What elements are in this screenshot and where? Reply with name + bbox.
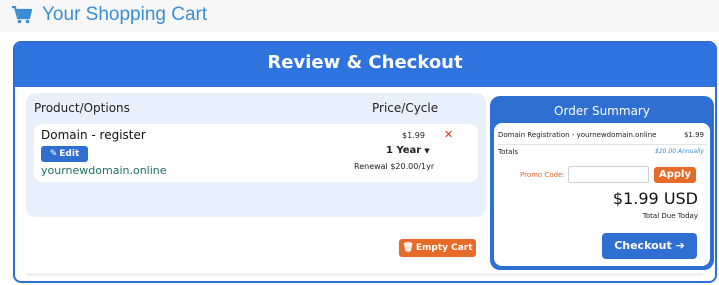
billing-cycle-value: 1 Year [386, 145, 422, 156]
empty-cart-label: Empty Cart [415, 243, 473, 253]
item-domain: yournewdomain.online [41, 164, 167, 177]
column-header-price: Price/Cycle [372, 101, 439, 115]
total-due-caption: Total Due Today [642, 212, 698, 220]
order-summary-body: Domain Registration - yournewdomain.onli… [494, 123, 710, 266]
divider [498, 144, 706, 145]
arrow-right-icon: ➔ [675, 239, 685, 252]
checkout-panel: Review & Checkout Product/Options Price/… [13, 41, 717, 283]
panel-header: Review & Checkout [15, 43, 715, 87]
summary-line-price: $1.99 [683, 131, 704, 139]
item-price: $1.99 [402, 131, 425, 140]
page-title: Your Shopping Cart [42, 4, 208, 25]
total-due-amount: $1.99 USD [612, 189, 698, 208]
totals-label: Totals [498, 148, 518, 156]
edit-label: Edit [59, 149, 80, 159]
item-renewal: Renewal $20.00/1yr [354, 162, 435, 171]
chevron-down-icon: ▼ [424, 147, 430, 155]
billing-cycle-select[interactable]: 1 Year ▼ [386, 145, 430, 156]
checkout-label: Checkout [614, 239, 672, 252]
remove-item-icon[interactable]: ✕ [444, 128, 453, 141]
page-header: Your Shopping Cart [0, 0, 719, 32]
shopping-cart-icon [12, 6, 32, 24]
empty-cart-button[interactable]: 🗑 Empty Cart [399, 239, 476, 257]
promo-code-label: Promo Code: [520, 171, 565, 179]
pencil-icon: ✎ [49, 149, 58, 159]
column-header-product: Product/Options [34, 101, 130, 115]
item-name: Domain - register [41, 128, 146, 142]
summary-line-item: Domain Registration - yournewdomain.onli… [498, 131, 657, 139]
apply-promo-button[interactable]: Apply [654, 167, 696, 183]
order-summary-title: Order Summary [554, 104, 650, 118]
panel-title: Review & Checkout [267, 52, 463, 73]
promo-code-input[interactable] [568, 166, 649, 183]
panel-divider [27, 273, 703, 276]
edit-button[interactable]: ✎ Edit [41, 146, 88, 162]
cart-items-box: Product/Options Price/Cycle Domain - reg… [26, 93, 486, 257]
order-summary: Order Summary Domain Registration - your… [490, 96, 714, 270]
checkout-button[interactable]: Checkout ➔ [602, 233, 697, 259]
totals-value: $20.00 Annually [655, 148, 704, 155]
trash-icon: 🗑 [402, 243, 414, 253]
cart-item: Domain - register ✎ Edit yournewdomain.on… [34, 124, 478, 182]
